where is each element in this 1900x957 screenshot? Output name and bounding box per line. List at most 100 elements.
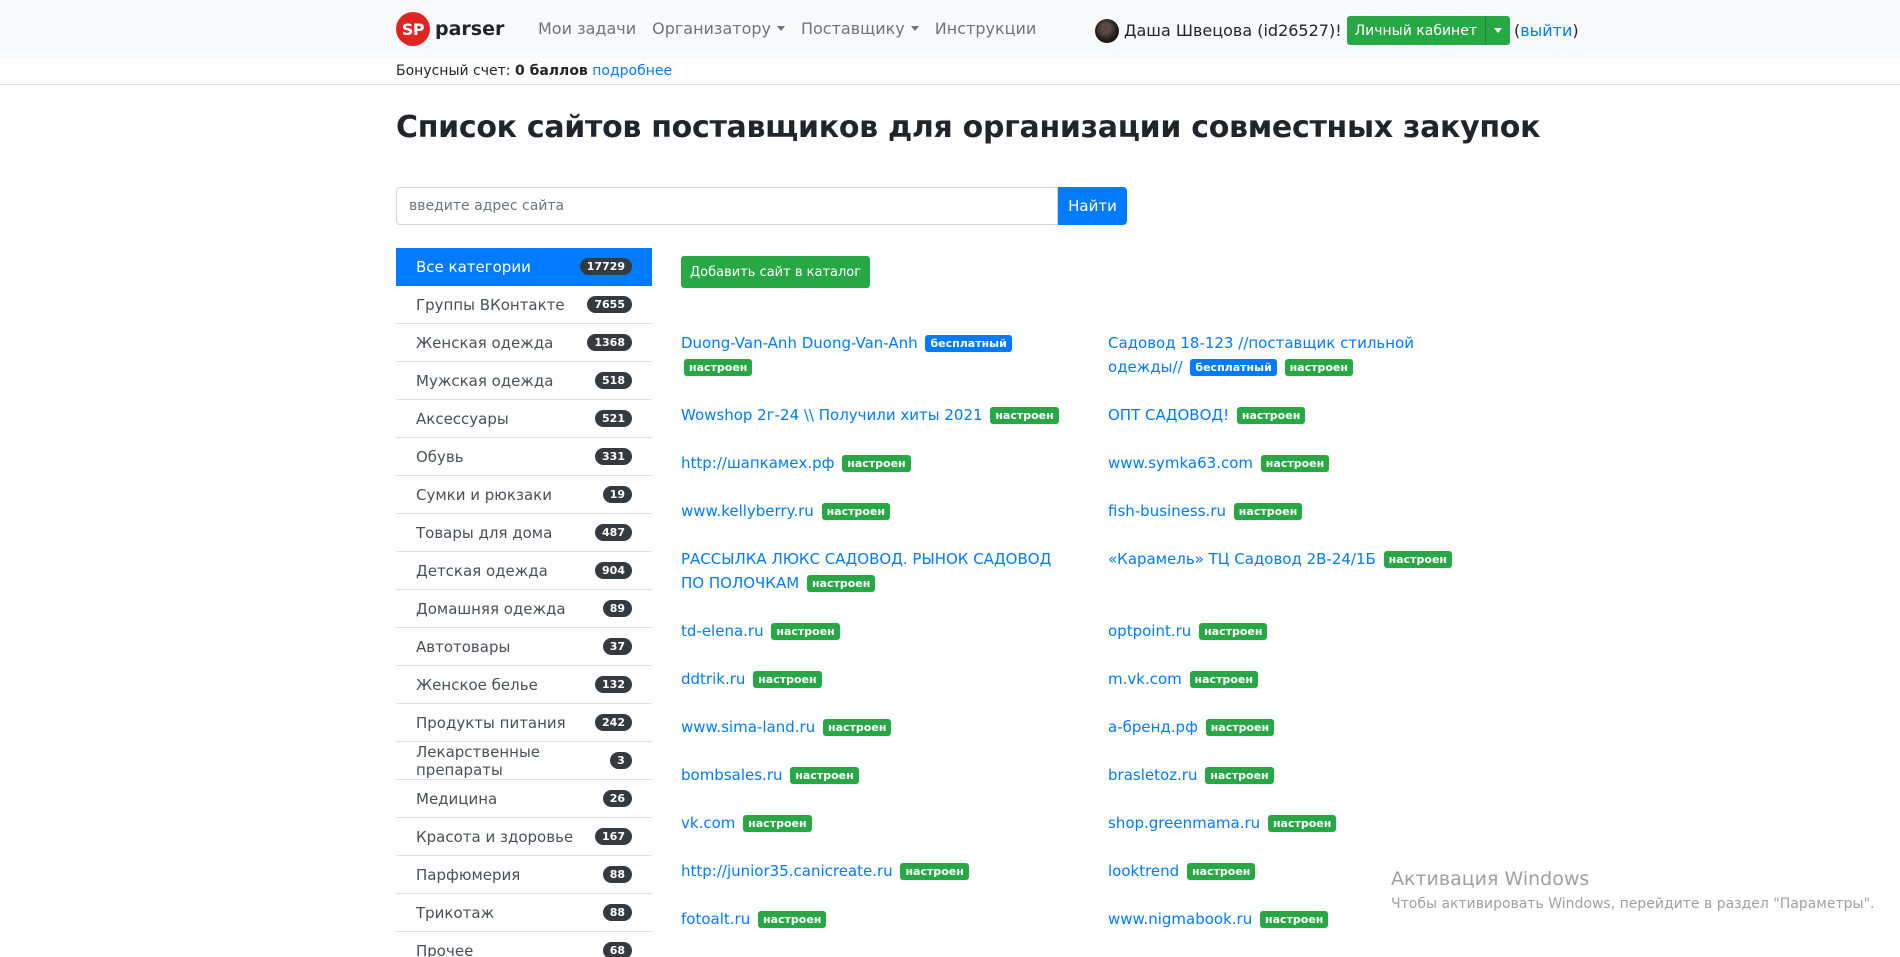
chevron-down-icon [776, 26, 785, 31]
search-button[interactable]: Найти [1058, 187, 1127, 225]
configured-badge: настроен [1284, 359, 1353, 376]
site-entry: http://шапкамех.рф настроен [681, 451, 1061, 475]
logout-paren-close: ) [1572, 21, 1579, 40]
site-link[interactable]: looktrend [1108, 862, 1179, 880]
configured-badge: настроен [1233, 503, 1303, 520]
category-item[interactable]: Мужская одежда 518 [396, 362, 652, 400]
category-count-badge: 1368 [587, 334, 632, 351]
site-link[interactable]: Duong-Van-Anh Duong-Van-Anh [681, 334, 918, 352]
add-site-button[interactable]: Добавить сайт в каталог [681, 256, 871, 288]
site-link[interactable]: http://junior35.canicreate.ru [681, 862, 893, 880]
site-link[interactable]: bombsales.ru [681, 766, 783, 784]
site-entry: ddtrik.ru настроен [681, 667, 1061, 691]
site-entry: optpoint.ru настроен [1108, 619, 1488, 643]
category-item[interactable]: Детская одежда 904 [396, 552, 652, 590]
site-entry: Wowshop 2г-24 \\ Получили хиты 2021 наст… [681, 403, 1061, 427]
personal-cabinet-button[interactable]: Личный кабинет [1346, 16, 1510, 45]
category-count-badge: 3 [610, 752, 632, 769]
category-item[interactable]: Прочее 68 [396, 932, 652, 957]
site-entry: www.symka63.com настроен [1108, 451, 1488, 475]
category-label: Детская одежда [416, 561, 548, 580]
configured-badge: настроен [1189, 671, 1258, 688]
search-input[interactable] [396, 187, 1058, 225]
category-item[interactable]: Группы ВКонтакте 7655 [396, 286, 652, 324]
search-form: Найти [396, 187, 1127, 225]
category-item[interactable]: Автотовары 37 [396, 628, 652, 666]
category-label: Автотовары [416, 637, 511, 656]
configured-badge: настроен [1260, 455, 1330, 472]
personal-cabinet-toggle[interactable] [1484, 16, 1510, 45]
site-link[interactable]: vk.com [681, 814, 735, 832]
avatar [1095, 18, 1119, 43]
nav-organizer-dropdown[interactable]: Организатору [652, 19, 785, 38]
site-link[interactable]: а-бренд.рф [1108, 718, 1198, 736]
site-link[interactable]: http://шапкамех.рф [681, 454, 834, 472]
site-link[interactable]: ddtrik.ru [681, 670, 745, 688]
category-count-badge: 68 [602, 942, 632, 957]
nav-my-tasks[interactable]: Мои задачи [538, 19, 636, 38]
free-badge: бесплатный [925, 335, 1012, 352]
category-item[interactable]: Парфюмерия 88 [396, 856, 652, 894]
site-link[interactable]: m.vk.com [1108, 670, 1182, 688]
site-link[interactable]: ОПТ САДОВОД! [1108, 406, 1229, 424]
brand-logo-link[interactable]: SP parser [396, 12, 504, 46]
site-link[interactable]: td-elena.ru [681, 622, 764, 640]
configured-badge: настроен [1259, 911, 1329, 928]
category-count-badge: 167 [595, 828, 632, 845]
category-count-badge: 7655 [587, 296, 632, 313]
category-label: Группы ВКонтакте [416, 295, 565, 314]
bonus-details-link[interactable]: подробнее [592, 63, 672, 79]
site-link[interactable]: fotoalt.ru [681, 910, 750, 928]
site-entry: vk.com настроен [681, 811, 1061, 835]
category-item[interactable]: Товары для дома 487 [396, 514, 652, 552]
site-link[interactable]: «Карамель» ТЦ Садовод 2В-24/1Б [1108, 550, 1376, 568]
site-entry: shop.greenmama.ru настроен [1108, 811, 1488, 835]
logout-link[interactable]: выйти [1520, 21, 1572, 40]
site-link[interactable]: shop.greenmama.ru [1108, 814, 1260, 832]
category-item[interactable]: Аксессуары 521 [396, 400, 652, 438]
site-entry: http://junior35.canicreate.ru настроен [681, 859, 1061, 883]
category-count-badge: 26 [602, 790, 632, 807]
category-item[interactable]: Женское белье 132 [396, 666, 652, 704]
category-count-badge: 88 [602, 866, 632, 883]
site-entry: ОПТ САДОВОД! настроен [1108, 403, 1488, 427]
category-item[interactable]: Домашняя одежда 89 [396, 590, 652, 628]
user-area: Даша Швецова (id26527)! Личный кабинет (… [1095, 16, 1579, 45]
divider [0, 84, 1900, 85]
chevron-down-icon [1493, 28, 1502, 33]
nav-supplier-label: Поставщику [800, 19, 905, 38]
site-link[interactable]: www.nigmabook.ru [1108, 910, 1252, 928]
category-label: Все категории [416, 257, 531, 276]
site-link[interactable]: fish-business.ru [1108, 502, 1226, 520]
site-link[interactable]: Wowshop 2г-24 \\ Получили хиты 2021 [681, 406, 983, 424]
site-entry: m.vk.com настроен [1108, 667, 1488, 691]
configured-badge: настроен [1205, 719, 1275, 736]
site-link[interactable]: brasletoz.ru [1108, 766, 1197, 784]
site-link[interactable]: www.sima-land.ru [681, 718, 815, 736]
category-label: Товары для дома [416, 523, 553, 542]
sp-logo-icon: SP [396, 12, 430, 46]
category-item[interactable]: Красота и здоровье 167 [396, 818, 652, 856]
nav-supplier-dropdown[interactable]: Поставщику [801, 19, 919, 38]
site-link[interactable]: www.kellyberry.ru [681, 502, 814, 520]
category-item[interactable]: Все категории 17729 [396, 248, 652, 286]
category-label: Женская одежда [416, 333, 554, 352]
site-link[interactable]: optpoint.ru [1108, 622, 1191, 640]
category-count-badge: 904 [595, 562, 632, 579]
category-item[interactable]: Женская одежда 1368 [396, 324, 652, 362]
category-item[interactable]: Медицина 26 [396, 780, 652, 818]
category-label: Обувь [416, 447, 464, 466]
category-item[interactable]: Трикотаж 88 [396, 894, 652, 932]
configured-badge: настроен [1199, 623, 1268, 640]
configured-badge: настроен [1236, 407, 1306, 424]
category-item[interactable]: Сумки и рюкзаки 19 [396, 476, 652, 514]
site-link[interactable]: www.symka63.com [1108, 454, 1253, 472]
personal-cabinet-label[interactable]: Личный кабинет [1347, 23, 1485, 39]
category-item[interactable]: Лекарственные препараты 3 [396, 742, 652, 780]
category-count-badge: 37 [602, 638, 632, 655]
nav-instructions[interactable]: Инструкции [935, 19, 1037, 38]
main-nav: Мои задачи Организатору Поставщику Инстр… [538, 19, 1052, 38]
category-item[interactable]: Продукты питания 242 [396, 704, 652, 742]
category-count-badge: 88 [602, 904, 632, 921]
category-item[interactable]: Обувь 331 [396, 438, 652, 476]
